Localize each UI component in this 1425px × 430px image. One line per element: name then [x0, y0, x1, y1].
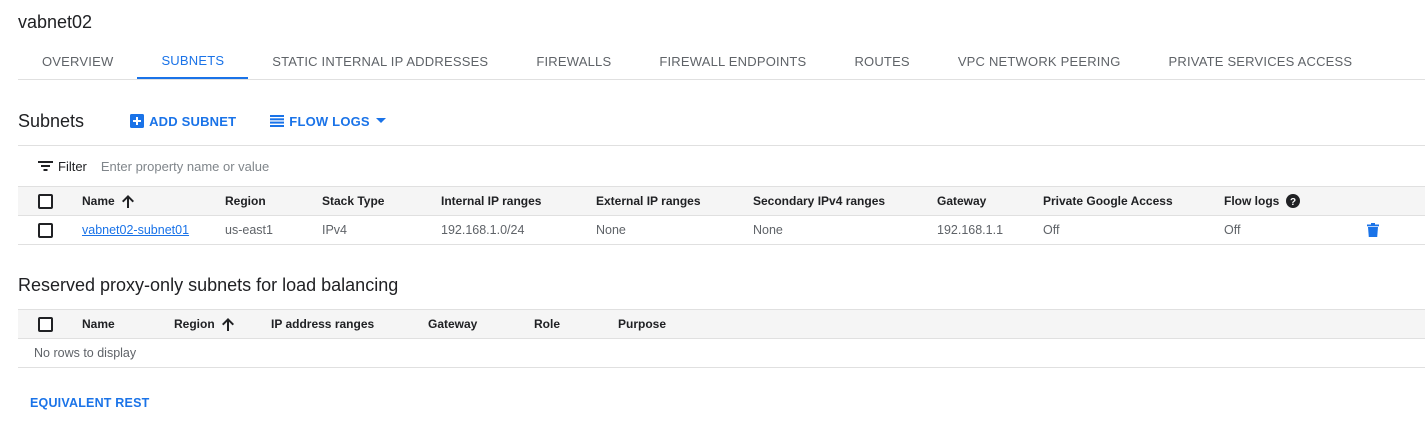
- table-header-row: Name Region IP address ranges Gateway Ro…: [18, 309, 1425, 339]
- cell-secondary: None: [753, 223, 783, 237]
- cell-external-ip: None: [596, 223, 626, 237]
- column-header-gateway: Gateway: [428, 317, 478, 331]
- table-row: vabnet02-subnet01 us-east1 IPv4 192.168.…: [18, 216, 1425, 245]
- tab-subnets[interactable]: SUBNETS: [137, 44, 249, 79]
- column-header-private-access: Private Google Access: [1043, 194, 1173, 208]
- tab-static-internal-ip[interactable]: STATIC INTERNAL IP ADDRESSES: [248, 44, 512, 79]
- add-subnet-button[interactable]: ADD SUBNET: [130, 114, 236, 129]
- filter-label: Filter: [58, 158, 87, 174]
- select-all-checkbox[interactable]: [38, 193, 53, 209]
- cell-internal-ip: 192.168.1.0/24: [441, 223, 525, 237]
- tab-routes[interactable]: ROUTES: [830, 44, 933, 79]
- list-lines-icon: [270, 115, 285, 127]
- cell-flow-logs: Off: [1224, 223, 1241, 237]
- filter-input[interactable]: [100, 158, 501, 174]
- subnets-table: Name Region Stack Type Internal IP range…: [18, 186, 1425, 245]
- row-checkbox[interactable]: [38, 222, 53, 238]
- page-title: vabnet02: [18, 12, 93, 32]
- column-header-flow-logs: Flow logs ?: [1224, 187, 1301, 215]
- arrow-up-icon: [221, 317, 234, 331]
- equivalent-rest-link[interactable]: EQUIVALENT REST: [30, 396, 149, 410]
- cell-private-access: Off: [1043, 223, 1060, 237]
- column-header-external-ip: External IP ranges: [596, 194, 701, 208]
- trash-icon[interactable]: [1367, 223, 1379, 237]
- column-header-name: Name: [82, 317, 115, 331]
- cell-stack-type: IPv4: [322, 223, 348, 237]
- tab-overview[interactable]: OVERVIEW: [18, 44, 137, 79]
- select-all-checkbox[interactable]: [38, 316, 53, 332]
- tab-bar: OVERVIEW SUBNETS STATIC INTERNAL IP ADDR…: [18, 44, 1425, 80]
- subnet-name-link[interactable]: vabnet02-subnet01: [82, 223, 189, 237]
- column-header-region: Region: [225, 194, 266, 208]
- proxy-subnets-table: Name Region IP address ranges Gateway Ro…: [18, 309, 1425, 368]
- tab-firewalls[interactable]: FIREWALLS: [512, 44, 635, 79]
- tab-firewall-endpoints[interactable]: FIREWALL ENDPOINTS: [635, 44, 830, 79]
- column-header-internal-ip: Internal IP ranges: [441, 194, 542, 208]
- table-header-row: Name Region Stack Type Internal IP range…: [18, 186, 1425, 216]
- help-circle-icon[interactable]: ?: [1286, 194, 1301, 208]
- filter-lines-icon: [38, 160, 53, 172]
- column-header-stack-type: Stack Type: [322, 194, 385, 208]
- subnets-title: Subnets: [18, 110, 85, 131]
- column-header-secondary: Secondary IPv4 ranges: [753, 194, 886, 208]
- add-box-icon: [130, 114, 145, 128]
- column-header-ip-ranges: IP address ranges: [271, 317, 375, 331]
- proxy-subnets-title: Reserved proxy-only subnets for load bal…: [18, 275, 399, 295]
- cell-gateway: 192.168.1.1: [937, 223, 1004, 237]
- add-subnet-label: ADD SUBNET: [149, 113, 237, 129]
- filter-bar: Filter: [18, 145, 1425, 186]
- arrow-up-icon: [121, 194, 134, 208]
- column-header-region[interactable]: Region: [174, 310, 234, 338]
- column-header-role: Role: [534, 317, 561, 331]
- subnets-header: Subnets ADD SUBNET FLOW LOGS: [18, 108, 420, 134]
- svg-text:?: ?: [1290, 197, 1296, 208]
- empty-state-row: No rows to display: [18, 339, 1425, 368]
- caret-down-icon: [375, 118, 386, 124]
- flow-logs-label: FLOW LOGS: [289, 113, 370, 129]
- tab-private-services-access[interactable]: PRIVATE SERVICES ACCESS: [1145, 44, 1377, 79]
- column-header-gateway: Gateway: [937, 194, 987, 208]
- tab-vpc-peering[interactable]: VPC NETWORK PEERING: [934, 44, 1145, 79]
- cell-region: us-east1: [225, 223, 273, 237]
- column-header-purpose: Purpose: [618, 317, 667, 331]
- column-header-name[interactable]: Name: [82, 187, 134, 215]
- flow-logs-button[interactable]: FLOW LOGS: [270, 114, 386, 129]
